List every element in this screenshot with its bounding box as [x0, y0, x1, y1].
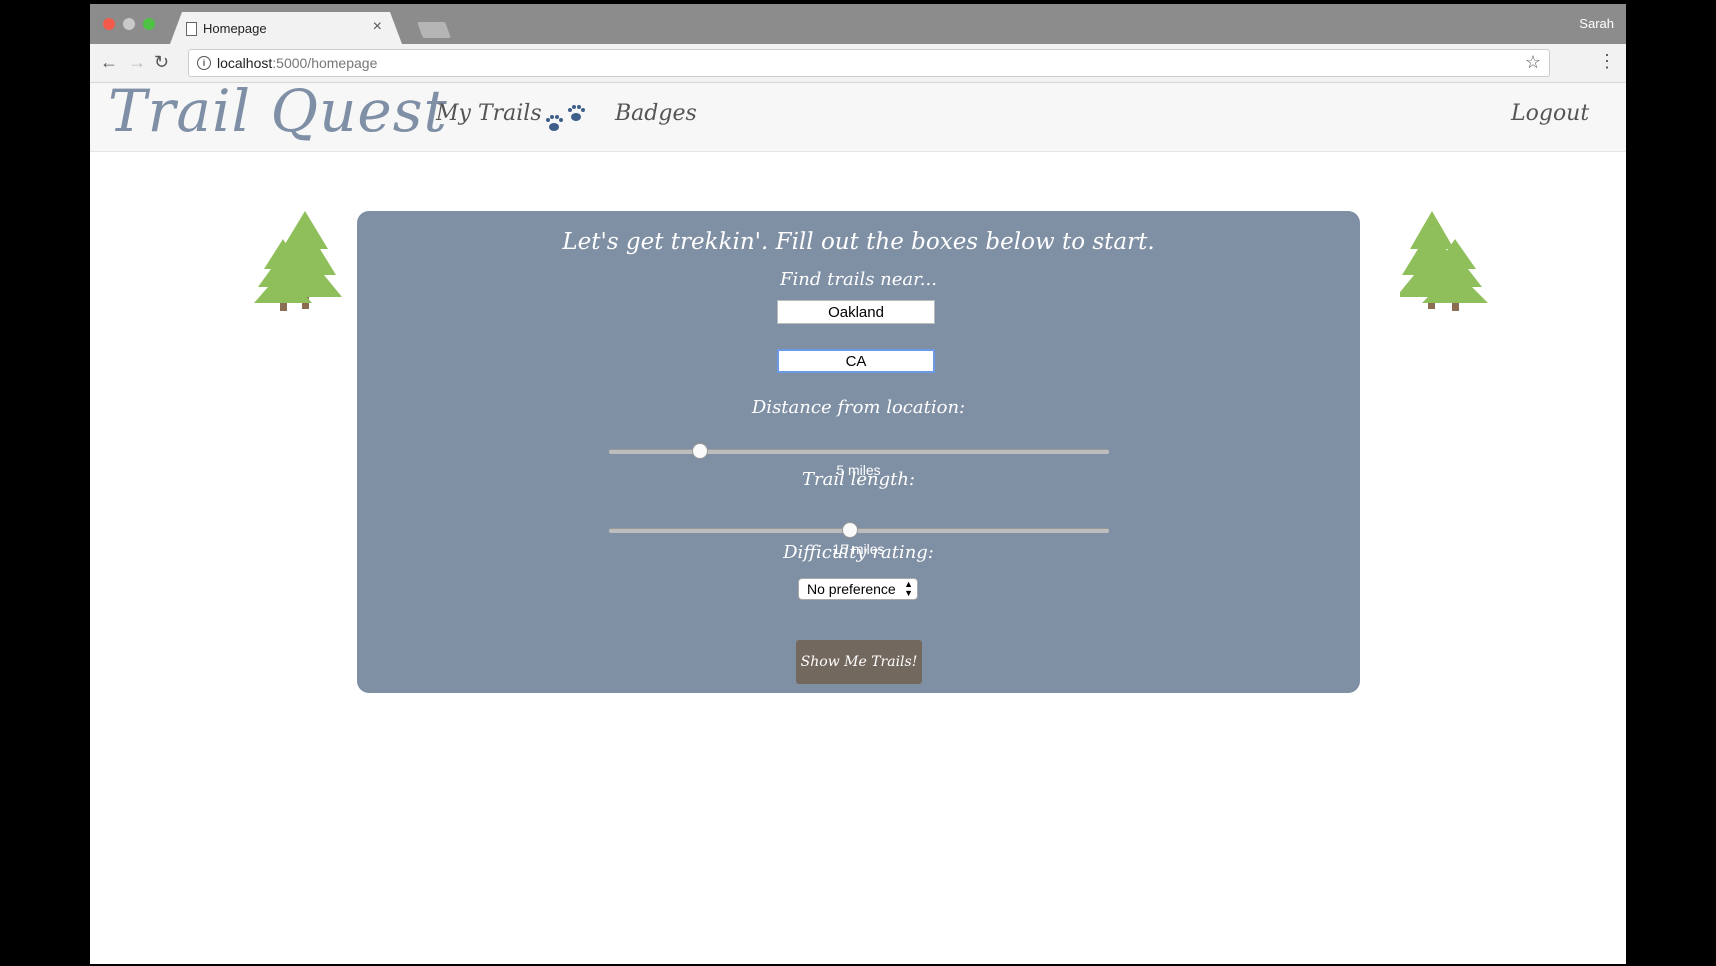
nav-badges[interactable]: Badges [615, 101, 697, 126]
distance-slider-thumb[interactable] [692, 443, 708, 459]
back-arrow-icon[interactable]: ← [100, 52, 118, 72]
zoom-window-button[interactable] [143, 18, 155, 30]
state-input[interactable] [777, 349, 935, 373]
url-host: localhost [217, 55, 273, 71]
browser-menu-icon[interactable]: ⋮ [1598, 52, 1616, 70]
nav-logout[interactable]: Logout [1511, 101, 1589, 126]
screen: Homepage × Sarah ← → ↻ i localhost:5000/… [0, 0, 1716, 966]
form-heading: Let's get trekkin'. Fill out the boxes b… [562, 229, 1155, 255]
forward-arrow-icon[interactable]: → [128, 52, 146, 72]
distance-slider[interactable] [609, 443, 1109, 459]
bookmark-star-icon[interactable]: ☆ [1525, 52, 1541, 73]
info-icon[interactable]: i [197, 56, 211, 70]
document-icon [186, 22, 197, 36]
trail-length-slider[interactable] [609, 522, 1109, 538]
trail-length-label: Trail length: [802, 469, 915, 490]
distance-label: Distance from location: [751, 397, 966, 418]
find-trails-label: Find trails near... [780, 269, 937, 290]
difficulty-select[interactable]: No preference ▲ ▼ [798, 578, 918, 600]
tab-homepage[interactable]: Homepage × [170, 12, 402, 44]
pine-trees-left-icon [254, 211, 342, 311]
profile-name[interactable]: Sarah [1579, 16, 1614, 31]
page-content: Trail Quest My Trails Badges Logout Let'… [90, 77, 1626, 964]
url-path: :5000/homepage [272, 55, 378, 71]
reload-icon[interactable]: ↻ [154, 52, 169, 72]
site-navbar: Trail Quest My Trails Badges Logout [90, 77, 1626, 152]
pine-trees-right-icon [1400, 211, 1488, 311]
paw-prints-icon [546, 105, 585, 131]
close-tab-icon[interactable]: × [373, 18, 382, 36]
tab-title: Homepage [203, 21, 267, 36]
trail-length-slider-track [609, 528, 1109, 533]
browser-window: Homepage × Sarah ← → ↻ i localhost:5000/… [90, 4, 1626, 964]
address-bar[interactable]: i localhost:5000/homepage ☆ [188, 49, 1550, 77]
new-tab-button[interactable] [417, 22, 451, 38]
show-trails-button[interactable]: Show Me Trails! [796, 640, 922, 684]
difficulty-selected-value: No preference [807, 581, 896, 597]
city-input[interactable] [777, 300, 935, 324]
minimize-window-button[interactable] [123, 18, 135, 30]
url-text: localhost:5000/homepage [217, 55, 377, 71]
distance-slider-track [609, 449, 1109, 454]
difficulty-label: Difficulty rating: [783, 542, 934, 563]
tab-strip: Homepage × Sarah [90, 4, 1626, 44]
brand-logo[interactable]: Trail Quest [108, 77, 448, 145]
search-card: Let's get trekkin'. Fill out the boxes b… [357, 211, 1360, 693]
select-arrows-icon: ▲ ▼ [904, 579, 913, 598]
trail-length-slider-thumb[interactable] [842, 522, 858, 538]
close-window-button[interactable] [103, 18, 115, 30]
nav-my-trails[interactable]: My Trails [436, 101, 542, 126]
